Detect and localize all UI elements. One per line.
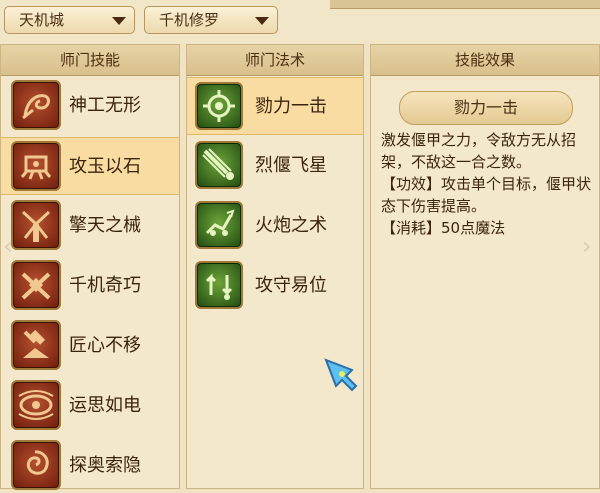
effect-panel-title: 技能效果	[371, 45, 599, 76]
hammer-anvil-icon	[11, 320, 61, 370]
skill-item[interactable]: 擎天之械	[1, 197, 179, 253]
skill-label: 探奥索隐	[69, 455, 141, 476]
skill-item[interactable]: 匠心不移	[1, 317, 179, 373]
chevron-down-icon	[255, 17, 269, 25]
spell-label: 攻守易位	[255, 275, 327, 296]
chevron-left-icon[interactable]: ‹	[3, 232, 13, 260]
chevron-right-icon[interactable]: ›	[582, 232, 592, 260]
swap-arrows-icon	[195, 261, 243, 309]
dragon-cannon-icon	[195, 201, 243, 249]
top-bar: 天机城 千机修罗	[0, 0, 600, 44]
skills-panel-title: 师门技能	[1, 45, 179, 76]
skills-panel: 师门技能 神工无形 攻玉以石 擎天之械 千机奇巧 匠心不移 运思如电 探奥索隐	[0, 44, 180, 490]
shooting-star-icon	[195, 141, 243, 189]
effect-panel: 技能效果 勠力一击 激发偃甲之力，令敌方无从招架，不敌这一合之数。 【功效】攻击…	[370, 44, 600, 489]
gear-crab-icon	[11, 141, 61, 191]
top-decoration	[330, 0, 600, 9]
spell-label: 火炮之术	[255, 215, 327, 236]
skill-label: 运思如电	[69, 395, 141, 416]
spell-item[interactable]: 攻守易位	[187, 257, 363, 313]
skill-item-selected[interactable]: 攻玉以石	[1, 137, 179, 195]
spell-label: 勠力一击	[255, 96, 327, 117]
realm-dropdown-value: 天机城	[19, 11, 65, 29]
skill-item[interactable]: 运思如电	[1, 377, 179, 433]
skill-label: 千机奇巧	[69, 275, 141, 296]
effect-desc-line: 【消耗】50点魔法	[381, 219, 506, 237]
spell-item-selected[interactable]: 勠力一击	[187, 77, 363, 135]
skill-label: 神工无形	[69, 95, 141, 116]
effect-desc-line: 【功效】攻击单个目标，偃甲状态下伤害提高。	[381, 175, 592, 215]
crossed-tools-icon	[11, 260, 61, 310]
swirl-icon	[11, 440, 61, 490]
skill-label: 匠心不移	[69, 335, 141, 356]
spell-item[interactable]: 烈偃飞星	[187, 137, 363, 193]
effect-desc-line: 激发偃甲之力，令敌方无从招架，不敌这一合之数。	[381, 131, 577, 171]
skill-item[interactable]: 千机奇巧	[1, 257, 179, 313]
spells-panel-title: 师门法术	[187, 45, 363, 76]
spells-panel: 师门法术 勠力一击 烈偃飞星 火炮之术 攻守易位	[186, 44, 364, 489]
skill-label: 擎天之械	[69, 215, 141, 236]
spell-item[interactable]: 火炮之术	[187, 197, 363, 253]
cursor-gem-icon	[322, 356, 360, 394]
realm-dropdown[interactable]: 天机城	[4, 6, 135, 34]
skill-label: 攻玉以石	[69, 156, 141, 177]
sect-dropdown-value: 千机修罗	[159, 11, 220, 29]
skill-item[interactable]: 神工无形	[1, 77, 179, 133]
effect-name-banner: 勠力一击	[399, 91, 573, 125]
windmill-icon	[11, 200, 61, 250]
wave-eye-icon	[11, 380, 61, 430]
skill-item[interactable]: 探奥索隐	[1, 437, 179, 493]
spell-label: 烈偃飞星	[255, 155, 327, 176]
spiral-hand-icon	[11, 80, 61, 130]
chevron-down-icon	[112, 17, 126, 25]
effect-description: 激发偃甲之力，令敌方无从招架，不敌这一合之数。 【功效】攻击单个目标，偃甲状态下…	[381, 129, 597, 239]
gear-fist-icon	[195, 82, 243, 130]
sect-dropdown[interactable]: 千机修罗	[144, 6, 278, 34]
